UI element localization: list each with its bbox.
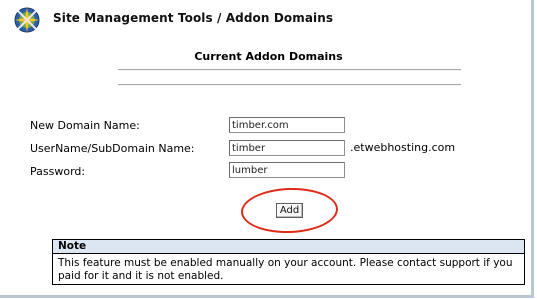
add-button[interactable]: Add [276,203,303,218]
section-title: Current Addon Domains [194,50,343,63]
subdomain-suffix: .etwebhosting.com [350,141,456,154]
username-label: UserName/SubDomain Name: [30,142,195,155]
domain-name-input[interactable] [229,117,345,133]
username-input[interactable] [229,140,345,156]
note-box: Note This feature must be enabled manual… [52,239,525,285]
divider-top [118,69,461,71]
compass-logo-icon [14,7,40,33]
password-input[interactable] [229,162,345,178]
domain-name-label: New Domain Name: [30,119,140,132]
page-title: Site Management Tools / Addon Domains [53,11,334,25]
password-label: Password: [30,165,86,178]
note-text: This feature must be enabled manually on… [58,257,513,282]
note-title: Note [53,240,524,254]
divider-bottom [118,84,461,86]
